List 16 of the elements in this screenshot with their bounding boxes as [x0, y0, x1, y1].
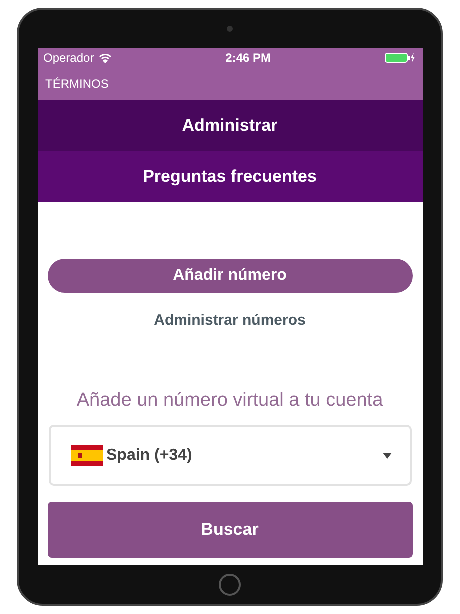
- flag-icon: [70, 445, 102, 466]
- heading: Añade un número virtual a tu cuenta: [76, 388, 384, 412]
- camera-icon: [227, 26, 233, 32]
- home-button[interactable]: [219, 574, 241, 596]
- carrier-name: Operador: [44, 50, 94, 67]
- battery-icon: [384, 53, 416, 63]
- manage-numbers-link[interactable]: Administrar números: [148, 309, 312, 334]
- wifi-icon: [99, 53, 112, 63]
- status-time: 2:46 PM: [226, 50, 272, 67]
- add-number-button[interactable]: Añadir número: [48, 259, 412, 293]
- menu-tab[interactable]: Preguntas frecuentes: [38, 151, 422, 202]
- caret-icon: [382, 452, 392, 458]
- menu-tab[interactable]: Administrar: [38, 100, 422, 151]
- country-select[interactable]: Spain (+34): [48, 425, 412, 486]
- terms-link[interactable]: TÉRMINOS: [46, 75, 109, 93]
- search-button[interactable]: Buscar: [48, 502, 412, 558]
